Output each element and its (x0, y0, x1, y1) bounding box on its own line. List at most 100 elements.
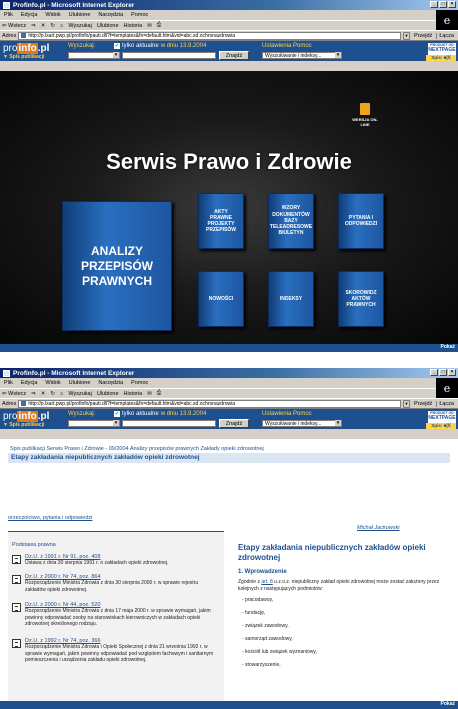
back-button[interactable]: ⇐ Wstecz (2, 391, 26, 397)
search-input[interactable] (122, 420, 216, 427)
book-nowosci[interactable]: NOWOŚCI (198, 271, 244, 327)
window-titlebar[interactable]: Profinfo.pl - Microsoft Internet Explore… (0, 368, 458, 378)
spis-publikacji-link[interactable]: ▼ Spis publikacji (3, 422, 44, 428)
logo-pro: pro (3, 410, 18, 422)
forward-button[interactable]: ⇒ (31, 391, 36, 397)
book-akty-prawne[interactable]: AKTY PRAWNE PROJEKTY PRZEPISÓW (198, 193, 244, 249)
checkbox-checked-icon: ✓ (114, 411, 120, 417)
nextpage-brand: PRODUKT OD NEXTPAGE (428, 43, 456, 55)
mail-button[interactable]: ✉ (147, 23, 152, 29)
forward-button[interactable]: ⇒ (31, 23, 36, 29)
menu-edit[interactable]: Edycja (21, 12, 38, 18)
search-index-select[interactable]: Wyszukiwanie i indeksy... (262, 420, 342, 427)
online-version-icon (360, 103, 370, 115)
list-item: - samorząd zawodowy, (242, 636, 293, 642)
stop-button[interactable]: ✕ (41, 23, 46, 29)
logo-info: info (17, 410, 38, 422)
find-button[interactable]: Znajdź (219, 51, 249, 60)
spis-toggle[interactable]: Spis: ■|Ⅹ (426, 55, 456, 61)
search-button[interactable]: Wyszukaj (68, 391, 91, 397)
address-dropdown-icon[interactable]: ▼ (402, 399, 410, 408)
history-button[interactable]: Historia (124, 391, 143, 397)
book-wzory[interactable]: WZORY DOKUMENTÓW BAZY TELEADRESOWE BIULE… (268, 193, 314, 249)
site-header: pro info .pl ▼ Spis publikacji Wyszukaj: ✓… (0, 41, 458, 61)
status-bar[interactable]: Pokaż (0, 344, 458, 352)
legal-item: Dz.U. z 1991 r. Nr 91, poz. 408 Ustawa z … (12, 554, 217, 567)
search-scope-select[interactable] (68, 420, 120, 427)
menu-edit[interactable]: Edycja (21, 380, 38, 386)
home-button[interactable]: ⌂ (60, 23, 63, 29)
article-link[interactable]: art. 8 (261, 579, 272, 585)
links-button[interactable]: Łącza (436, 32, 456, 39)
find-button[interactable]: Znajdź (219, 419, 249, 428)
spis-publikacji-link[interactable]: ▼ Spis publikacji (3, 54, 44, 60)
links-button[interactable]: Łącza (436, 400, 456, 407)
print-button[interactable]: ⎙ (157, 390, 161, 397)
address-input[interactable]: http://p.lsart.pwp.pl/profinfo/pauti.dll… (18, 399, 401, 408)
refresh-button[interactable]: ↻ (50, 391, 55, 397)
search-scope-select[interactable] (68, 52, 120, 59)
wersja-label: WERSJA ON-LINE (352, 117, 378, 127)
back-button[interactable]: ⇐ Wstecz (2, 23, 26, 29)
search-button[interactable]: Wyszukaj (68, 23, 91, 29)
mail-button[interactable]: ✉ (147, 391, 152, 397)
screenshot-article: Profinfo.pl - Microsoft Internet Explore… (0, 368, 458, 709)
menu-view[interactable]: Widok (45, 380, 60, 386)
menu-file[interactable]: Plik (4, 12, 13, 18)
go-button[interactable]: Przejdź (412, 401, 434, 407)
status-bar[interactable]: Pokaż (0, 701, 458, 709)
maximize-button[interactable]: □ (439, 1, 447, 8)
profinfo-logo[interactable]: pro info .pl (3, 42, 49, 54)
book-analizy-label: ANALIZY PRZEPISÓW PRAWNYCH (80, 243, 153, 288)
address-dropdown-icon[interactable]: ▼ (402, 31, 410, 40)
book-indeksy[interactable]: INDEKSY (268, 271, 314, 327)
spis-toggle[interactable]: Spis: ■|Ⅹ (426, 423, 456, 429)
address-input[interactable]: http://p.lsart.pwp.pl/profinfo/pauti.dll… (18, 31, 401, 40)
wersja-online-badge[interactable]: WERSJA ON-LINE (350, 103, 380, 127)
refresh-button[interactable]: ↻ (50, 23, 55, 29)
breadcrumb[interactable]: Spis publikacji Serwis Prawo i Zdrowie -… (10, 446, 264, 452)
book-pytania[interactable]: PYTANIA I ODPOWIEDZI (338, 193, 384, 249)
menu-view[interactable]: Widok (45, 12, 60, 18)
stop-button[interactable]: ✕ (41, 391, 46, 397)
date-label: w dniu 13.9.2004 (160, 43, 207, 49)
book-analizy[interactable]: ANALIZY PRZEPISÓW PRAWNYCH (62, 201, 172, 331)
settings-help-links[interactable]: Ustawienia Pomoc (262, 411, 312, 417)
close-button[interactable]: × (448, 1, 456, 8)
window-titlebar[interactable]: Profinfo.pl - Microsoft Internet Explore… (0, 0, 458, 10)
favorites-button[interactable]: Ulubione (97, 391, 119, 397)
document-icon[interactable] (12, 603, 21, 612)
menu-file[interactable]: Plik (4, 380, 13, 386)
profinfo-logo[interactable]: pro info .pl (3, 410, 49, 422)
go-button[interactable]: Przejdź (412, 33, 434, 39)
document-icon[interactable] (12, 575, 21, 584)
close-button[interactable]: × (448, 369, 456, 376)
browser-toolbar: ⇐ Wstecz ⇒ ✕ ↻ ⌂ Wyszukaj Ulubione Histo… (0, 20, 458, 30)
print-button[interactable]: ⎙ (157, 22, 161, 29)
book-label: WZORY DOKUMENTÓW BAZY TELEADRESOWE BIULE… (269, 205, 313, 237)
page-icon (21, 33, 27, 38)
search-index-select[interactable]: Wyszukiwanie i indeksy... (262, 52, 342, 59)
only-current-checkbox[interactable]: ✓ tylko aktualne w dniu 13.9.2004 (114, 411, 206, 417)
book-skorowidz[interactable]: SKOROWIDZ AKTÓW PRAWNYCH (338, 271, 384, 327)
minimize-button[interactable]: _ (430, 369, 438, 376)
menu-tools[interactable]: Narzędzia (98, 380, 123, 386)
favorites-button[interactable]: Ulubione (97, 23, 119, 29)
only-current-checkbox[interactable]: ✓ tylko aktualne w dniu 13.9.2004 (114, 43, 206, 49)
list-item: - kościół lub związek wyznaniowy, (242, 649, 317, 655)
history-button[interactable]: Historia (124, 23, 143, 29)
maximize-button[interactable]: □ (439, 369, 447, 376)
document-icon[interactable] (12, 555, 21, 564)
document-icon[interactable] (12, 639, 21, 648)
home-button[interactable]: ⌂ (60, 391, 63, 397)
settings-help-links[interactable]: Ustawienia Pomoc (262, 43, 312, 49)
related-links[interactable]: orzecznictwo, pytania i odpowiedzi (8, 515, 92, 521)
menu-favorites[interactable]: Ulubione (69, 12, 91, 18)
menu-help[interactable]: Pomoc (131, 380, 148, 386)
minimize-button[interactable]: _ (430, 1, 438, 8)
date-label: w dniu 13.9.2004 (160, 411, 207, 417)
menu-help[interactable]: Pomoc (131, 12, 148, 18)
menu-favorites[interactable]: Ulubione (69, 380, 91, 386)
menu-tools[interactable]: Narzędzia (98, 12, 123, 18)
search-input[interactable] (122, 52, 216, 59)
